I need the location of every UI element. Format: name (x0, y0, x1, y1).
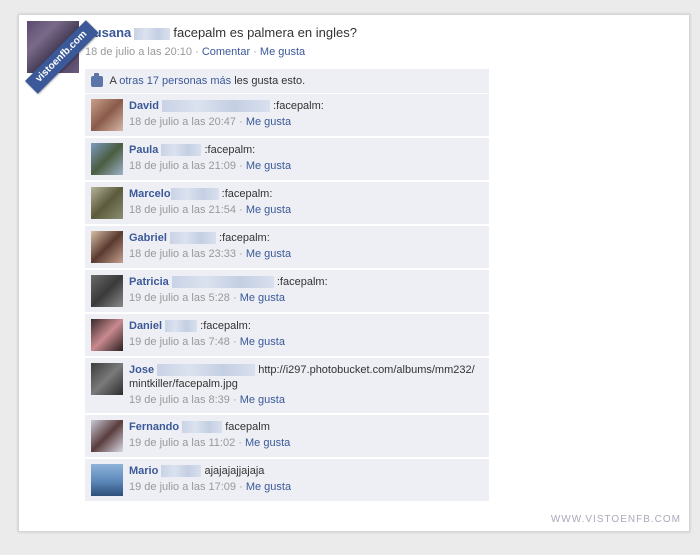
comment-item: Fernando facepalm 19 de julio a las 11:0… (85, 415, 489, 457)
comment-timestamp[interactable]: 19 de julio a las 5:28 (129, 292, 230, 304)
comment-avatar[interactable] (91, 464, 123, 496)
comment-avatar[interactable] (91, 420, 123, 452)
separator: · (232, 336, 237, 348)
blurred-surname (162, 100, 271, 113)
comment-timestamp[interactable]: 18 de julio a las 20:47 (129, 116, 236, 128)
comment-item: Gabriel :facepalm: 18 de julio a las 23:… (85, 226, 489, 268)
comment-avatar[interactable] (91, 187, 123, 219)
comment-text: :facepalm: (219, 232, 270, 244)
blurred-surname (170, 188, 219, 201)
comment-text: :facepalm: (204, 144, 256, 156)
comment-item: Marcelo :facepalm: 18 de julio a las 21:… (85, 182, 489, 224)
comment-author-link[interactable]: Jose (129, 364, 154, 376)
comment-list: David :facepalm: 18 de julio a las 20:47… (85, 94, 489, 503)
comment-timestamp[interactable]: 19 de julio a las 8:39 (129, 394, 230, 406)
comment-text: :facepalm: (221, 188, 273, 200)
comment-timestamp[interactable]: 19 de julio a las 11:02 (129, 437, 235, 449)
post-meta: 18 de julio a las 20:10 · Comentar · Me … (85, 46, 675, 58)
blurred-surname (165, 320, 198, 333)
comment-item: Daniel :facepalm: 19 de julio a las 7:48… (85, 314, 489, 356)
comment-author-link[interactable]: Mario (129, 465, 158, 477)
separator: · (239, 116, 243, 128)
blurred-surname (161, 465, 202, 478)
site-watermark: WWW.VISTOENFB.COM (550, 514, 681, 525)
comment-author-link[interactable]: Patricia (129, 276, 169, 288)
comment-like-link[interactable]: Me gusta (240, 336, 285, 348)
comment-text: :facepalm: (276, 276, 328, 288)
comment-author-link[interactable]: Fernando (129, 421, 179, 433)
separator: · (232, 292, 237, 304)
post-text: facepalm es palmera en ingles? (173, 25, 357, 40)
post-timestamp[interactable]: 18 de julio a las 20:10 (85, 46, 192, 58)
comment-avatar[interactable] (91, 99, 123, 131)
comment-item: Patricia :facepalm: 19 de julio a las 5:… (85, 270, 489, 312)
comment-like-link[interactable]: Me gusta (240, 292, 285, 304)
comment-timestamp[interactable]: 19 de julio a las 7:48 (129, 336, 230, 348)
comment-timestamp[interactable]: 18 de julio a las 21:54 (129, 204, 236, 216)
comment-like-link[interactable]: Me gusta (246, 248, 291, 260)
comment-avatar[interactable] (91, 231, 123, 263)
comment-like-link[interactable]: Me gusta (246, 204, 291, 216)
comment-text: :facepalm: (200, 320, 251, 332)
comment-author-link[interactable]: Daniel (129, 320, 162, 332)
comment-like-link[interactable]: Me gusta (245, 437, 290, 449)
separator: · (239, 204, 243, 216)
blurred-surname (157, 364, 256, 377)
post-card: vistoenfb.com Susana facepalm es palmera… (18, 14, 690, 532)
comment-timestamp[interactable]: 19 de julio a las 17:09 (129, 481, 236, 493)
comment-timestamp[interactable]: 18 de julio a las 23:33 (129, 248, 236, 260)
separator: · (238, 437, 242, 449)
comment-text: :facepalm: (273, 100, 324, 112)
blurred-surname (182, 421, 223, 434)
comment-text: facepalm (225, 421, 270, 433)
likes-people-link[interactable]: otras 17 personas más (119, 75, 231, 87)
blurred-surname (161, 144, 202, 157)
comment-item: Paula :facepalm: 18 de julio a las 21:09… (85, 138, 489, 180)
separator: · (253, 46, 257, 59)
likes-bar: A otras 17 personas más les gusta esto. (85, 69, 489, 93)
separator: · (195, 46, 199, 59)
separator: · (239, 481, 243, 493)
blurred-surname (169, 232, 216, 245)
post-header: Susana facepalm es palmera en ingles? 18… (85, 25, 675, 58)
comment-like-link[interactable]: Me gusta (246, 116, 291, 128)
comment-like-link[interactable]: Me gusta (246, 160, 291, 172)
comment-avatar[interactable] (91, 363, 123, 395)
separator: · (232, 394, 237, 406)
likes-suffix: les gusta esto. (234, 75, 306, 87)
comment-author-link[interactable]: Gabriel (129, 232, 167, 244)
comment-like-link[interactable]: Me gusta (240, 394, 285, 406)
comment-item: David :facepalm: 18 de julio a las 20:47… (85, 94, 489, 136)
comment-avatar[interactable] (91, 275, 123, 307)
comment-like-link[interactable]: Me gusta (246, 481, 291, 493)
comment-item: Mario ajajajajjajaja 19 de julio a las 1… (85, 459, 489, 501)
comment-avatar[interactable] (91, 319, 123, 351)
comment-avatar[interactable] (91, 143, 123, 175)
blurred-surname (134, 28, 171, 41)
comment-link[interactable]: Comentar (202, 46, 250, 58)
separator: · (239, 160, 243, 172)
likes-prefix: A (109, 75, 117, 87)
comment-item: Jose http://i297.photobucket.com/albums/… (85, 358, 489, 413)
comment-author-link[interactable]: Marcelo (129, 188, 171, 200)
separator: · (239, 248, 243, 260)
thumbs-up-icon (91, 72, 103, 87)
comment-text: ajajajajjajaja (204, 465, 265, 477)
blurred-surname (171, 276, 274, 289)
comment-timestamp[interactable]: 18 de julio a las 21:09 (129, 160, 236, 172)
like-link[interactable]: Me gusta (260, 46, 305, 58)
comment-author-link[interactable]: David (129, 100, 159, 112)
comment-author-link[interactable]: Paula (129, 144, 158, 156)
